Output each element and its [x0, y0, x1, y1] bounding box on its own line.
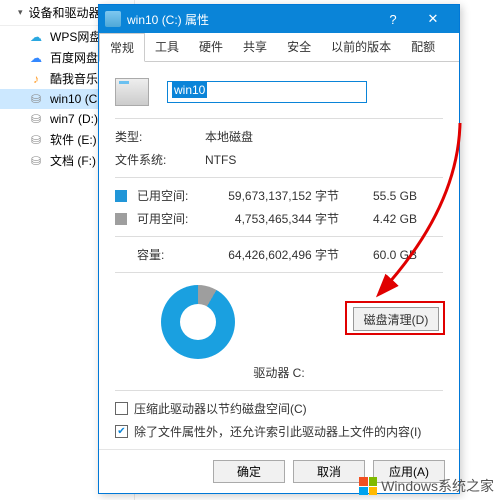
sidebar-item-label: 酷我音乐	[50, 70, 98, 87]
type-label: 类型:	[115, 128, 205, 145]
free-space-label: 可用空间:	[137, 210, 207, 227]
tab-general-content: win10 类型:本地磁盘 文件系统:NTFS 已用空间: 59,673,137…	[99, 62, 459, 453]
drive-icon: ⛁	[28, 153, 44, 169]
tab-3[interactable]: 共享	[233, 33, 277, 61]
drive-icon: ⛁	[28, 91, 44, 107]
ok-button[interactable]: 确定	[213, 460, 285, 483]
free-space-bytes: 4,753,465,344 字节	[207, 210, 357, 227]
cloud-icon: ☁	[28, 29, 44, 45]
tab-strip: 常规工具硬件共享安全以前的版本配额	[99, 33, 459, 62]
index-label: 除了文件属性外，还允许索引此驱动器上文件的内容(I)	[134, 423, 421, 440]
tab-0[interactable]: 常规	[99, 33, 145, 62]
sidebar-item-label: 文档 (F:)	[50, 152, 96, 169]
drive-icon: ⛁	[28, 132, 44, 148]
compress-checkbox[interactable]	[115, 402, 128, 415]
watermark-text: Windows系统之家	[381, 476, 494, 496]
sidebar-item-label: WPS网盘	[50, 28, 101, 45]
free-space-color-swatch	[115, 213, 127, 225]
dialog-title: win10 (C:) 属性	[127, 11, 209, 28]
titlebar[interactable]: win10 (C:) 属性 ? ✕	[99, 5, 459, 33]
capacity-gb: 60.0 GB	[357, 248, 417, 262]
drive-icon	[105, 11, 121, 27]
chevron-down-icon: ▾	[18, 7, 23, 18]
used-space-bytes: 59,673,137,152 字节	[207, 187, 357, 204]
windows-logo-icon	[359, 477, 377, 495]
type-value: 本地磁盘	[205, 128, 253, 145]
capacity-label: 容量:	[137, 246, 207, 263]
space-usage-pie-chart	[161, 285, 235, 359]
drive-icon-large	[115, 78, 149, 106]
compress-label: 压缩此驱动器以节约磁盘空间(C)	[134, 400, 307, 417]
drive-properties-dialog: win10 (C:) 属性 ? ✕ 常规工具硬件共享安全以前的版本配额 win1…	[98, 4, 460, 494]
help-button[interactable]: ?	[373, 5, 413, 33]
drive-name-input[interactable]: win10	[167, 81, 367, 103]
cancel-button[interactable]: 取消	[293, 460, 365, 483]
filesystem-label: 文件系统:	[115, 151, 205, 168]
sidebar-item-label: win7 (D:)	[50, 112, 98, 126]
index-checkbox[interactable]: ✔	[115, 425, 128, 438]
highlight-annotation	[345, 301, 445, 335]
used-space-label: 已用空间:	[137, 187, 207, 204]
used-space-color-swatch	[115, 190, 127, 202]
tab-4[interactable]: 安全	[277, 33, 321, 61]
capacity-bytes: 64,426,602,496 字节	[207, 246, 357, 263]
used-space-gb: 55.5 GB	[357, 189, 417, 203]
watermark: Windows系统之家	[359, 476, 494, 496]
tab-6[interactable]: 配额	[401, 33, 445, 61]
sidebar-item-label: 软件 (E:)	[50, 131, 97, 148]
close-button[interactable]: ✕	[413, 5, 453, 33]
cloud-icon: ☁	[28, 50, 44, 66]
free-space-gb: 4.42 GB	[357, 212, 417, 226]
tab-1[interactable]: 工具	[145, 33, 189, 61]
music-icon: ♪	[28, 71, 44, 87]
filesystem-value: NTFS	[205, 153, 236, 167]
sidebar-item-label: 百度网盘	[50, 49, 98, 66]
tab-5[interactable]: 以前的版本	[321, 33, 401, 61]
drive-icon: ⛁	[28, 111, 44, 127]
sidebar-item-label: win10 (C:)	[50, 92, 105, 106]
explorer-section-label: 设备和驱动器	[29, 4, 101, 21]
tab-2[interactable]: 硬件	[189, 33, 233, 61]
